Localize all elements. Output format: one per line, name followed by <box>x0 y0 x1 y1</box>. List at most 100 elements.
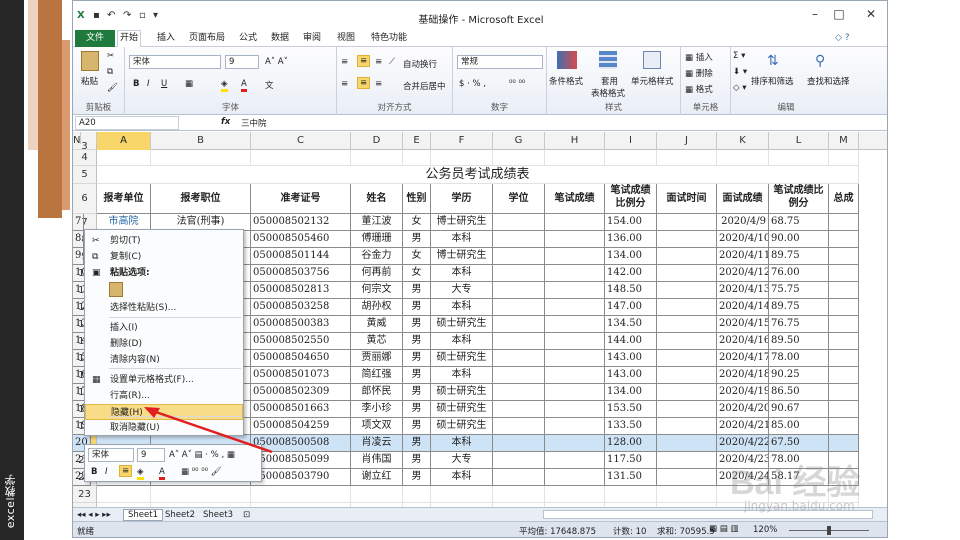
data-cell-h[interactable] <box>545 418 605 435</box>
data-cell-c[interactable]: 050008502132 <box>251 214 351 231</box>
data-cell-c[interactable]: 050008505099 <box>251 452 351 469</box>
data-cell-e[interactable]: 男 <box>403 435 431 452</box>
column-header-h[interactable]: H <box>545 132 605 150</box>
data-cell-k[interactable]: 2020/4/12 <box>717 265 769 282</box>
column-header-l[interactable]: L <box>769 132 829 150</box>
data-cell-g[interactable] <box>493 435 545 452</box>
data-cell-f[interactable]: 硕士研究生 <box>431 316 493 333</box>
column-header-m[interactable]: M <box>829 132 859 150</box>
header-cell[interactable]: 总成 <box>829 184 859 214</box>
data-cell-i[interactable]: 134.00 <box>605 248 657 265</box>
data-cell-e[interactable]: 男 <box>403 469 431 486</box>
data-cell-i[interactable]: 134.50 <box>605 316 657 333</box>
data-cell-i[interactable]: 148.50 <box>605 282 657 299</box>
data-cell-i[interactable]: 136.00 <box>605 231 657 248</box>
column-header-j[interactable]: J <box>657 132 717 150</box>
data-cell-e[interactable]: 男 <box>403 401 431 418</box>
format-table-button-line2[interactable]: 表格格式 <box>591 87 625 99</box>
find-select-icon[interactable]: ⚲ <box>815 53 825 69</box>
row-header[interactable]: 6 <box>73 184 97 214</box>
mini-italic-button[interactable]: I <box>105 467 108 477</box>
format-table-button[interactable]: 套用 <box>601 75 618 87</box>
italic-button[interactable]: I <box>147 79 150 89</box>
tab-review[interactable]: 审阅 <box>301 31 323 47</box>
fill-color-icon[interactable]: ◈ <box>221 79 228 92</box>
close-icon[interactable]: ✕ <box>859 7 883 21</box>
data-cell-i[interactable]: 142.00 <box>605 265 657 282</box>
paste-icon[interactable] <box>81 51 99 71</box>
data-cell-m[interactable] <box>829 282 859 299</box>
data-cell-i[interactable]: 147.00 <box>605 299 657 316</box>
data-cell-d[interactable]: 贾丽娜 <box>351 350 403 367</box>
data-cell-d[interactable]: 简红强 <box>351 367 403 384</box>
data-cell-l[interactable]: 75.75 <box>769 282 829 299</box>
menu-item-6[interactable]: 清除内容(N) <box>85 352 243 368</box>
data-cell-k[interactable]: 2020/4/10 <box>717 231 769 248</box>
data-cell-e[interactable]: 男 <box>403 333 431 350</box>
data-cell-k[interactable]: 2020/4/9 <box>717 214 769 231</box>
data-cell-d[interactable]: 何宗文 <box>351 282 403 299</box>
data-cell-k[interactable]: 2020/4/22 <box>717 435 769 452</box>
menu-item-1[interactable]: ⧉ 复制(C) <box>85 249 243 265</box>
column-header-k[interactable]: K <box>717 132 769 150</box>
underline-button[interactable]: U <box>161 79 167 89</box>
data-cell-g[interactable] <box>493 350 545 367</box>
sort-filter-icon[interactable]: ⇅ <box>767 53 779 69</box>
mini-grow-font-icon[interactable]: A˄ A˅ ▤ · % , ▦ <box>169 450 235 460</box>
data-cell-i[interactable]: 144.00 <box>605 333 657 350</box>
data-cell-k[interactable]: 2020/4/15 <box>717 316 769 333</box>
data-cell-h[interactable] <box>545 333 605 350</box>
data-cell-n[interactable]: 7 <box>73 214 85 231</box>
data-cell-h[interactable] <box>545 469 605 486</box>
menu-item-4[interactable]: 插入(I) <box>85 320 243 336</box>
data-cell-i[interactable]: 143.00 <box>605 350 657 367</box>
data-cell-i[interactable]: 153.50 <box>605 401 657 418</box>
currency-icon[interactable]: $ · % , <box>459 79 486 89</box>
data-cell-d[interactable]: 黄芯 <box>351 333 403 350</box>
data-cell-h[interactable] <box>545 214 605 231</box>
cell[interactable] <box>151 486 251 503</box>
column-header-f[interactable]: F <box>431 132 493 150</box>
data-cell-j[interactable] <box>657 282 717 299</box>
decimal-icon[interactable]: ⁰⁰ ⁰⁰ <box>509 79 525 89</box>
data-cell-j[interactable] <box>657 401 717 418</box>
data-cell-k[interactable]: 2020/4/14 <box>717 299 769 316</box>
data-cell-l[interactable]: 68.75 <box>769 214 829 231</box>
cell[interactable] <box>545 150 605 166</box>
data-cell-j[interactable] <box>657 214 717 231</box>
data-cell-h[interactable] <box>545 231 605 248</box>
data-cell-g[interactable] <box>493 401 545 418</box>
menu-item-5[interactable]: 删除(D) <box>85 336 243 352</box>
row-header[interactable]: 23 <box>73 486 97 503</box>
data-cell-h[interactable] <box>545 384 605 401</box>
tab-home[interactable]: 开始 <box>117 30 142 48</box>
format-painter-icon[interactable]: 🖌 <box>107 83 118 93</box>
data-cell-c[interactable]: 050008500508 <box>251 435 351 452</box>
sheet-tab-1[interactable]: Sheet1 <box>123 509 163 521</box>
data-cell-k[interactable]: 2020/4/16 <box>717 333 769 350</box>
header-cell[interactable]: 报考单位 <box>97 184 151 214</box>
data-cell-f[interactable]: 大专 <box>431 452 493 469</box>
data-cell-f[interactable]: 本科 <box>431 299 493 316</box>
data-cell-l[interactable]: 90.00 <box>769 231 829 248</box>
header-cell[interactable]: 准考证号 <box>251 184 351 214</box>
data-cell-g[interactable] <box>493 265 545 282</box>
data-cell-g[interactable] <box>493 333 545 350</box>
data-cell-c[interactable]: 050008502550 <box>251 333 351 350</box>
data-cell-h[interactable] <box>545 435 605 452</box>
border-icon[interactable]: ▦ <box>185 79 193 89</box>
data-cell-g[interactable] <box>493 316 545 333</box>
data-cell-d[interactable]: 谢立红 <box>351 469 403 486</box>
data-cell-c[interactable]: 050008500383 <box>251 316 351 333</box>
data-cell-d[interactable]: 何再前 <box>351 265 403 282</box>
data-cell-l[interactable]: 76.75 <box>769 316 829 333</box>
mini-bold-button[interactable]: B <box>91 467 97 477</box>
data-cell-i[interactable]: 154.00 <box>605 214 657 231</box>
data-cell-e[interactable]: 女 <box>403 248 431 265</box>
data-cell-g[interactable] <box>493 418 545 435</box>
data-cell-l[interactable]: 78.00 <box>769 350 829 367</box>
number-format-select[interactable]: 常规 <box>457 55 543 69</box>
data-cell-j[interactable] <box>657 231 717 248</box>
data-cell-f[interactable]: 本科 <box>431 435 493 452</box>
menu-item-3[interactable]: 选择性粘贴(S)... <box>85 300 243 316</box>
